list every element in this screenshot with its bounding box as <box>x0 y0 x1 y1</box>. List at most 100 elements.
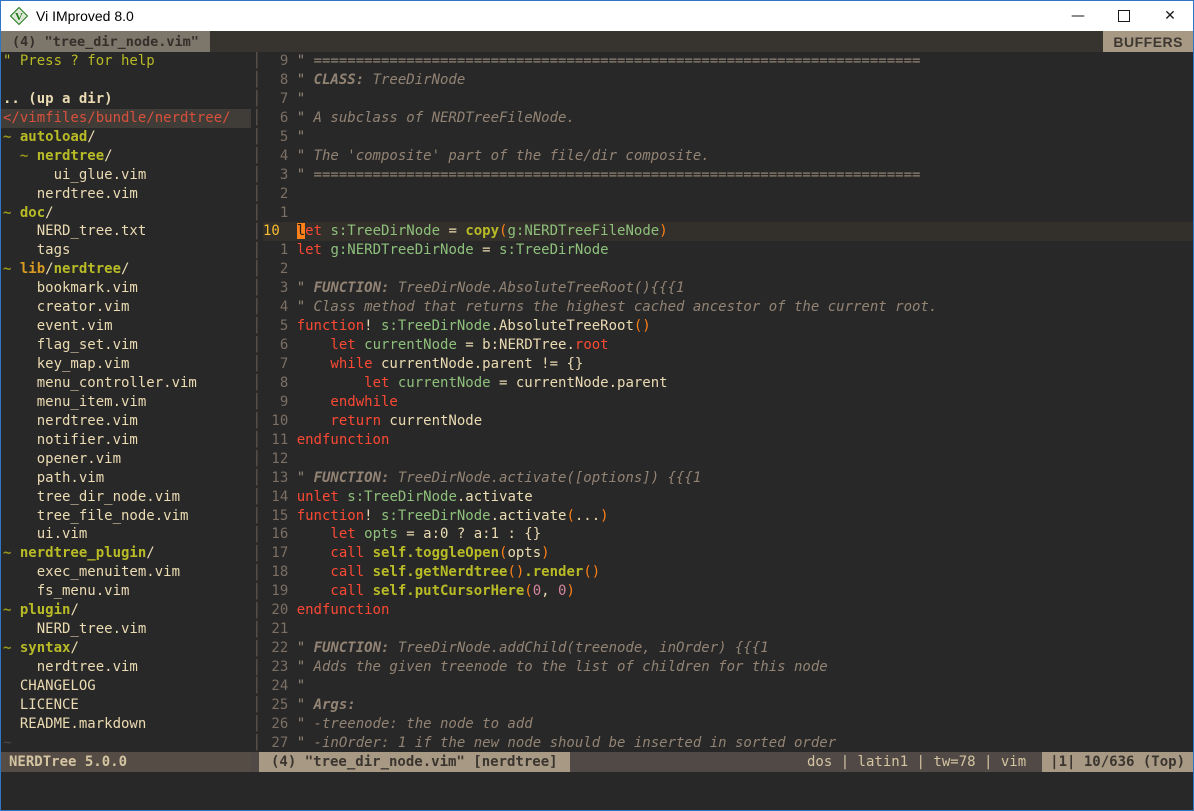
tree-item[interactable]: menu_item.vim <box>3 393 251 412</box>
code-line[interactable]: 17 call self.toggleOpen(opts) <box>263 544 1193 563</box>
code-line[interactable]: 2 <box>263 185 1193 204</box>
code-line[interactable]: 10 return currentNode <box>263 412 1193 431</box>
code-line[interactable]: 18 call self.getNerdtree().render() <box>263 563 1193 582</box>
tree-item[interactable]: event.vim <box>3 317 251 336</box>
maximize-button[interactable] <box>1101 1 1147 31</box>
line-number: 7 <box>263 90 288 109</box>
tree-item[interactable]: NERD_tree.vim <box>3 620 251 639</box>
code-line[interactable]: 4" Class method that returns the highest… <box>263 298 1193 317</box>
tree-item[interactable]: nerdtree.vim <box>3 658 251 677</box>
line-number: 19 <box>263 582 288 601</box>
tree-item[interactable]: ~ syntax/ <box>3 639 251 658</box>
minimize-button[interactable]: — <box>1055 1 1101 31</box>
tree-item[interactable]: ~ nerdtree/ <box>3 147 251 166</box>
line-number: 6 <box>263 336 288 355</box>
line-number: 2 <box>263 260 288 279</box>
code-line[interactable]: 23" Adds the given treenode to the list … <box>263 658 1193 677</box>
line-number: 20 <box>263 601 288 620</box>
code-line[interactable]: 6 let currentNode = b:NERDTree.root <box>263 336 1193 355</box>
line-number: 8 <box>263 71 288 90</box>
code-line[interactable]: 11endfunction <box>263 431 1193 450</box>
tab-tree-dir-node[interactable]: (4) "tree_dir_node.vim" <box>1 31 210 52</box>
code-line[interactable]: 14unlet s:TreeDirNode.activate <box>263 488 1193 507</box>
tab-line: (4) "tree_dir_node.vim" BUFFERS <box>1 31 1193 52</box>
tree-item[interactable]: README.markdown <box>3 715 251 734</box>
tree-item[interactable]: nerdtree.vim <box>3 412 251 431</box>
tree-item[interactable]: " Press ? for help <box>3 52 251 71</box>
code-line[interactable]: 15function! s:TreeDirNode.activate(...) <box>263 507 1193 526</box>
tree-item[interactable]: NERD_tree.txt <box>3 222 251 241</box>
close-button[interactable]: ✕ <box>1147 1 1193 31</box>
editor-area: " Press ? for help .. (up a dir)</vimfil… <box>1 52 1193 752</box>
tree-item[interactable]: ~ lib/nerdtree/ <box>3 260 251 279</box>
code-line[interactable]: 8" CLASS: TreeDirNode <box>263 71 1193 90</box>
tree-item[interactable]: nerdtree.vim <box>3 185 251 204</box>
tree-item[interactable]: ui_glue.vim <box>3 166 251 185</box>
code-line[interactable]: 5function! s:TreeDirNode.AbsoluteTreeRoo… <box>263 317 1193 336</box>
code-line-current[interactable]: 10let s:TreeDirNode = copy(g:NERDTreeFil… <box>263 222 1193 241</box>
tree-item[interactable]: fs_menu.vim <box>3 582 251 601</box>
code-line[interactable]: 16 let opts = a:0 ? a:1 : {} <box>263 525 1193 544</box>
tree-item[interactable]: creator.vim <box>3 298 251 317</box>
code-pane[interactable]: 9" =====================================… <box>263 52 1193 752</box>
tree-item[interactable]: tags <box>3 241 251 260</box>
code-line[interactable]: 4" The 'composite' part of the file/dir … <box>263 147 1193 166</box>
code-line[interactable]: 21 <box>263 620 1193 639</box>
title-bar: V Vi IMproved 8.0 — ✕ <box>1 1 1193 31</box>
status-options: dos | latin1 | tw=78 | vim <box>570 752 1041 772</box>
line-number: 18 <box>263 563 288 582</box>
tree-item[interactable]: ~ plugin/ <box>3 601 251 620</box>
tree-item[interactable]: CHANGELOG <box>3 677 251 696</box>
code-line[interactable]: 3" FUNCTION: TreeDirNode.AbsoluteTreeRoo… <box>263 279 1193 298</box>
code-line[interactable]: 7" <box>263 90 1193 109</box>
code-line[interactable]: 1 <box>263 204 1193 223</box>
tree-item[interactable]: key_map.vim <box>3 355 251 374</box>
tree-item[interactable] <box>3 71 251 90</box>
tree-item[interactable]: ui.vim <box>3 525 251 544</box>
tree-item[interactable]: opener.vim <box>3 450 251 469</box>
window-separator[interactable]: │ │ │ │ │ │ │ │ │ │ │ │ │ │ │ │ │ │ │ │ … <box>251 52 263 752</box>
tree-item[interactable]: menu_controller.vim <box>3 374 251 393</box>
tree-item[interactable]: .. (up a dir) <box>3 90 251 109</box>
tree-item[interactable]: ~ doc/ <box>3 204 251 223</box>
code-line[interactable]: 9 endwhile <box>263 393 1193 412</box>
code-line[interactable]: 5" <box>263 128 1193 147</box>
code-line[interactable]: 26" -treenode: the node to add <box>263 715 1193 734</box>
code-line[interactable]: 13" FUNCTION: TreeDirNode.activate([opti… <box>263 469 1193 488</box>
tree-item[interactable]: exec_menuitem.vim <box>3 563 251 582</box>
line-number: 17 <box>263 544 288 563</box>
code-line[interactable]: 25" Args: <box>263 696 1193 715</box>
code-line[interactable]: 8 let currentNode = currentNode.parent <box>263 374 1193 393</box>
code-line[interactable]: 12 <box>263 450 1193 469</box>
code-line[interactable]: 20endfunction <box>263 601 1193 620</box>
code-line[interactable]: 7 while currentNode.parent != {} <box>263 355 1193 374</box>
tree-item[interactable]: flag_set.vim <box>3 336 251 355</box>
code-line[interactable]: 19 call self.putCursorHere(0, 0) <box>263 582 1193 601</box>
tree-item[interactable]: ~ autoload/ <box>3 128 251 147</box>
tree-item[interactable]: ~ nerdtree_plugin/ <box>3 544 251 563</box>
code-line[interactable]: 1let g:NERDTreeDirNode = s:TreeDirNode <box>263 241 1193 260</box>
tree-item[interactable]: path.vim <box>3 469 251 488</box>
line-number: 11 <box>263 431 288 450</box>
nerdtree-pane[interactable]: " Press ? for help .. (up a dir)</vimfil… <box>1 52 251 752</box>
code-line[interactable]: 6" A subclass of NERDTreeFileNode. <box>263 109 1193 128</box>
code-line[interactable]: 3" =====================================… <box>263 166 1193 185</box>
line-number: 1 <box>263 241 288 260</box>
command-line[interactable] <box>1 772 1193 810</box>
tree-item[interactable]: tree_file_node.vim <box>3 507 251 526</box>
code-line[interactable]: 24" <box>263 677 1193 696</box>
line-number: 4 <box>263 298 288 317</box>
code-line[interactable]: 9" =====================================… <box>263 52 1193 71</box>
tree-item[interactable]: tree_dir_node.vim <box>3 488 251 507</box>
tree-item[interactable]: notifier.vim <box>3 431 251 450</box>
tree-root-item[interactable]: </vimfiles/bundle/nerdtree/ <box>1 109 251 128</box>
tree-item[interactable]: LICENCE <box>3 696 251 715</box>
line-number: 22 <box>263 639 288 658</box>
tree-item[interactable]: bookmark.vim <box>3 279 251 298</box>
line-number: 9 <box>263 393 288 412</box>
code-line[interactable]: 27" -inOrder: 1 if the new node should b… <box>263 734 1193 752</box>
tree-item[interactable]: ~ <box>3 734 251 752</box>
code-line[interactable]: 22" FUNCTION: TreeDirNode.addChild(treen… <box>263 639 1193 658</box>
code-line[interactable]: 2 <box>263 260 1193 279</box>
status-line: NERDTree 5.0.0 (4) "tree_dir_node.vim" [… <box>1 752 1193 772</box>
